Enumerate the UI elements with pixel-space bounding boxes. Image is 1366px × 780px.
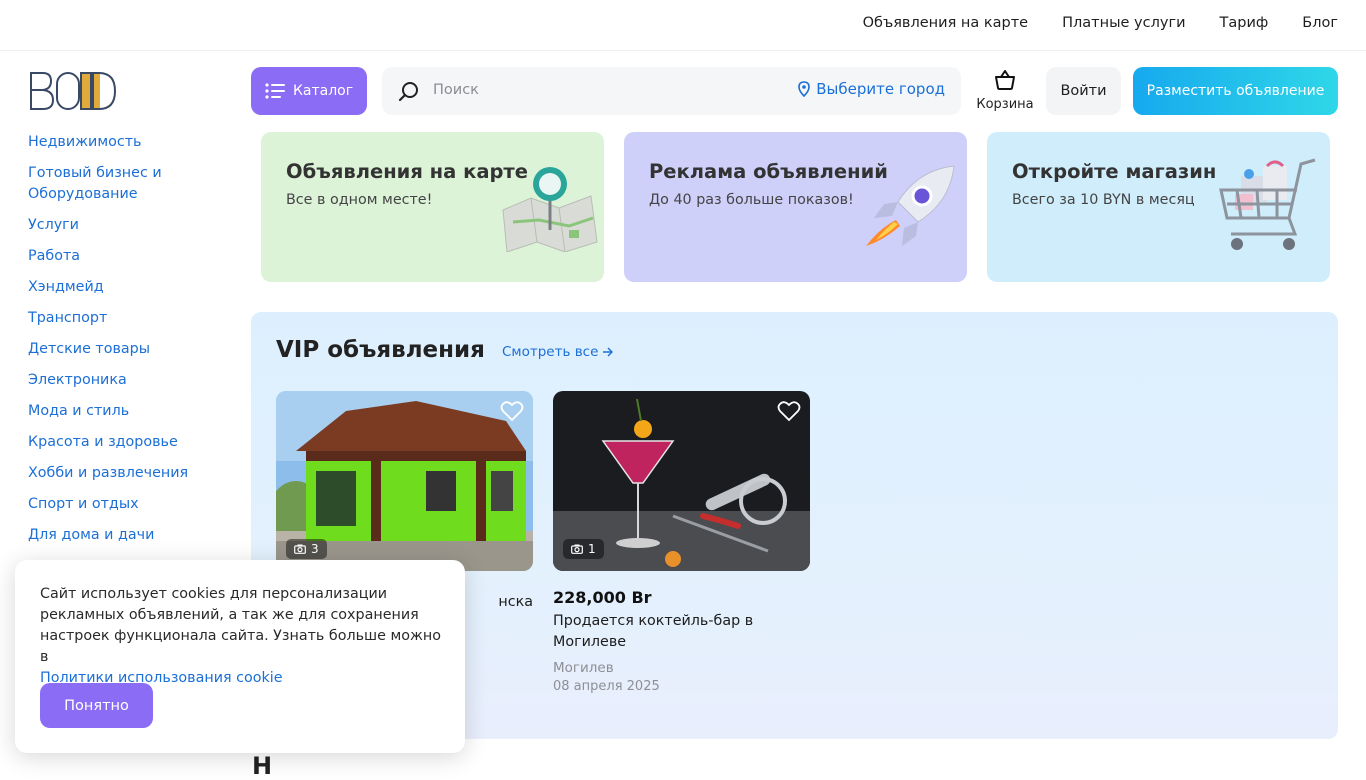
login-button[interactable]: Войти — [1046, 67, 1121, 115]
sidebar-item-home[interactable]: Для дома и дачи — [28, 525, 228, 546]
city-selector-label: Выберите город — [816, 80, 945, 98]
promo-subtitle: Всего за 10 BYN в месяц — [1012, 192, 1195, 208]
search-input[interactable]: Поиск — [433, 82, 479, 98]
topnav-map-link[interactable]: Объявления на карте — [863, 15, 1028, 31]
shopping-cart-illustration-icon — [1219, 158, 1316, 250]
photo-count: 3 — [311, 542, 319, 556]
cart-button[interactable]: Корзина — [972, 67, 1038, 115]
map-pin-illustration-icon — [502, 167, 598, 252]
sidebar-item-beauty[interactable]: Красота и здоровье — [28, 432, 228, 453]
listing-photo[interactable]: 1 — [553, 391, 810, 571]
promo-title: Объявления на карте — [286, 160, 528, 183]
vip-section-title: VIP объявления — [276, 337, 485, 363]
listing-city: Могилев — [553, 660, 614, 676]
photo-count-badge: 3 — [286, 539, 327, 559]
post-ad-button[interactable]: Разместить объявление — [1133, 67, 1338, 115]
cookie-text: Сайт использует cookies для персонализац… — [40, 586, 441, 665]
vip-card[interactable]: 1 228,000 Br Продается коктейль-бар в Мо… — [553, 391, 810, 694]
see-all-label: Смотреть все — [502, 344, 599, 360]
basket-icon — [995, 70, 1015, 90]
cookie-consent-popup: Сайт использует cookies для персонализац… — [15, 560, 465, 753]
photo-count: 1 — [588, 542, 596, 556]
sidebar-item-real-estate[interactable]: Недвижимость — [28, 132, 228, 153]
top-bar: Объявления на карте Платные услуги Тариф… — [0, 0, 1366, 51]
sidebar-item-services[interactable]: Услуги — [28, 215, 228, 236]
sidebar-item-handmade[interactable]: Хэндмейд — [28, 277, 228, 298]
catalog-button-label: Каталог — [292, 83, 354, 99]
next-section-heading: Н — [252, 752, 273, 780]
search-bar[interactable]: Поиск Выберите город — [382, 67, 961, 115]
promo-subtitle: До 40 раз больше показов! — [649, 192, 854, 208]
listing-price: 228,000 Br — [553, 588, 652, 607]
camera-icon — [294, 544, 306, 554]
promo-title: Откройте магазин — [1012, 160, 1217, 183]
city-selector[interactable]: Выберите город — [798, 80, 945, 98]
category-sidebar: Недвижимость Готовый бизнес и Оборудован… — [28, 132, 228, 556]
see-all-link[interactable]: Смотреть все — [502, 344, 614, 360]
sidebar-item-jobs[interactable]: Работа — [28, 246, 228, 267]
favorite-heart-icon[interactable] — [777, 400, 801, 422]
listing-title[interactable]: Продается коктейль-бар в Могилеве — [553, 611, 810, 653]
cookie-text-block: Сайт использует cookies для персонализац… — [40, 584, 450, 689]
promo-shop-card[interactable]: Откройте магазин Всего за 10 BYN в месяц — [987, 132, 1330, 282]
list-icon — [265, 83, 285, 99]
search-icon — [398, 82, 418, 102]
rocket-illustration-icon — [866, 165, 955, 246]
sidebar-item-kids[interactable]: Детские товары — [28, 339, 228, 360]
sidebar-item-hobby[interactable]: Хобби и развлечения — [28, 463, 228, 484]
promo-title: Реклама объявлений — [649, 160, 888, 183]
site-logo[interactable] — [29, 71, 117, 111]
arrow-right-icon — [603, 347, 614, 357]
top-nav: Объявления на карте Платные услуги Тариф… — [863, 15, 1338, 31]
sidebar-item-electronics[interactable]: Электроника — [28, 370, 228, 391]
topnav-blog-link[interactable]: Блог — [1302, 15, 1338, 31]
sidebar-item-fashion[interactable]: Мода и стиль — [28, 401, 228, 422]
promo-subtitle: Все в одном месте! — [286, 192, 433, 208]
listing-photo[interactable]: 3 — [276, 391, 533, 571]
catalog-button[interactable]: Каталог — [251, 67, 367, 115]
sidebar-item-business[interactable]: Готовый бизнес и Оборудование — [28, 163, 168, 205]
promo-ads-card[interactable]: Реклама объявлений До 40 раз больше пока… — [624, 132, 967, 282]
promo-map-card[interactable]: Объявления на карте Все в одном месте! — [261, 132, 604, 282]
topnav-paid-services-link[interactable]: Платные услуги — [1062, 15, 1185, 31]
cookie-accept-button[interactable]: Понятно — [40, 683, 153, 728]
topnav-tariff-link[interactable]: Тариф — [1220, 15, 1269, 31]
sidebar-item-transport[interactable]: Транспорт — [28, 308, 228, 329]
sidebar-item-sport[interactable]: Спорт и отдых — [28, 494, 228, 515]
camera-icon — [571, 544, 583, 554]
listing-date: 08 апреля 2025 — [553, 679, 660, 694]
cart-label: Корзина — [976, 97, 1034, 112]
location-pin-icon — [798, 81, 811, 97]
photo-count-badge: 1 — [563, 539, 604, 559]
favorite-heart-icon[interactable] — [500, 400, 524, 422]
